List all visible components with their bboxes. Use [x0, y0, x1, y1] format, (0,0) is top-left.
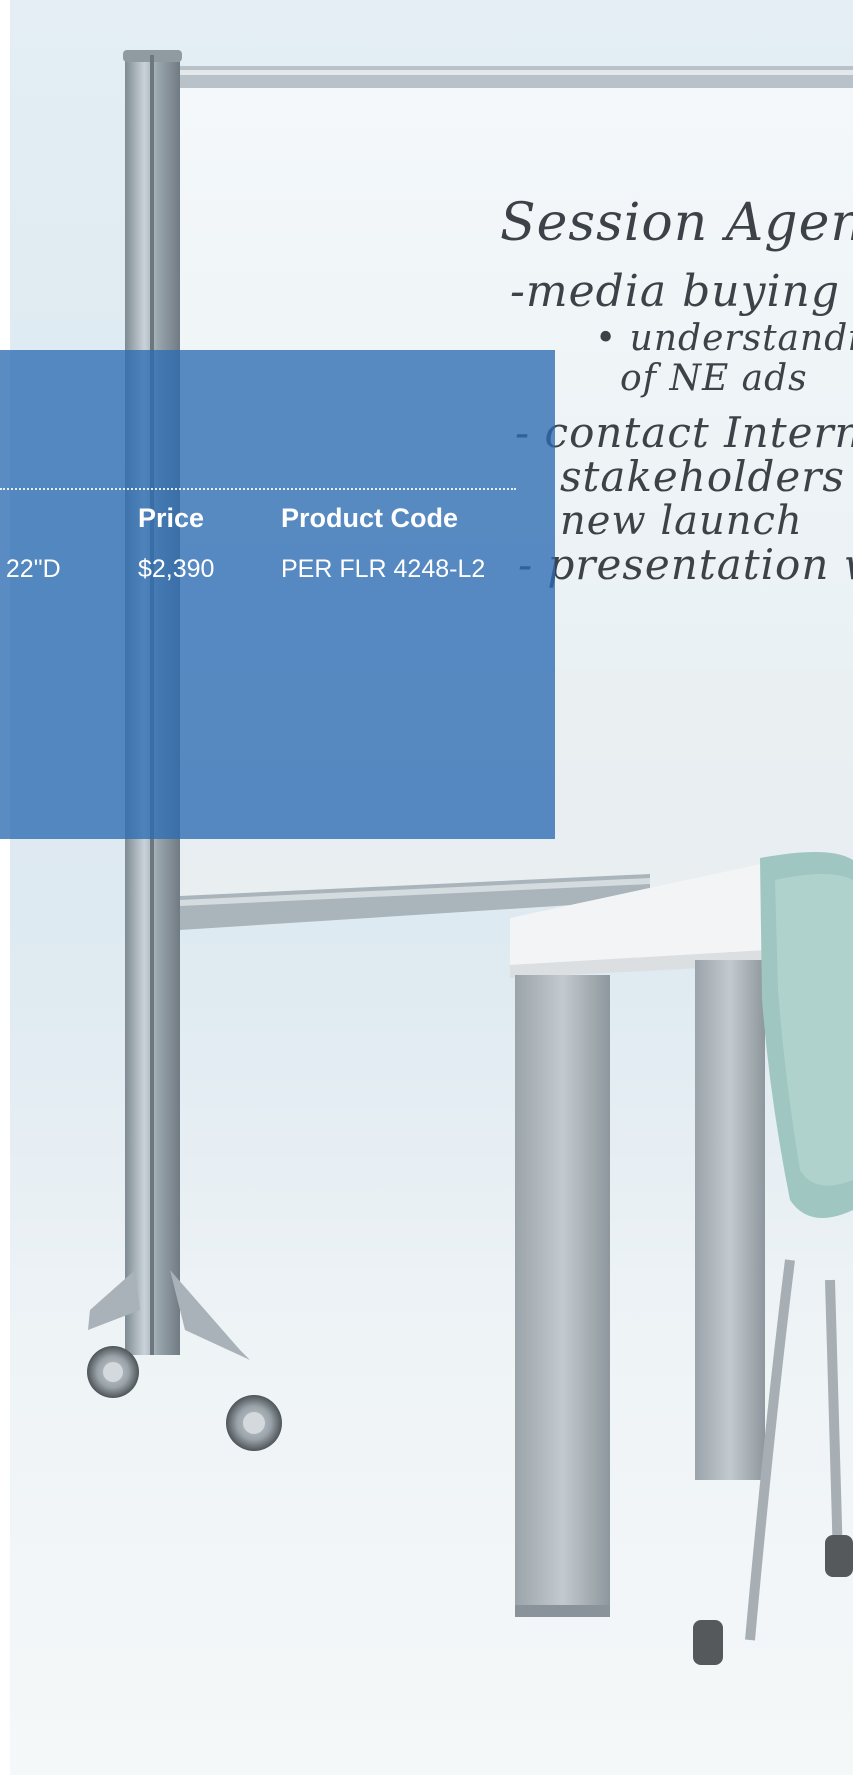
whiteboard-line: - contact Interna: [515, 408, 853, 457]
whiteboard-line: • understandin: [595, 318, 853, 359]
whiteboard-line: Session Agenda: [500, 193, 853, 253]
whiteboard-line: - presentation w: [518, 540, 853, 589]
whiteboard-line: new launch: [560, 498, 803, 544]
whiteboard-line: -media buying pl: [510, 266, 853, 317]
dimension-value: : 22"D: [0, 555, 61, 583]
spec-panel: [0, 350, 555, 839]
price-header: Price: [138, 503, 205, 533]
product-code-value: PER FLR 4248-L2: [281, 555, 486, 583]
whiteboard-line: stakeholders re: [560, 452, 853, 501]
product-code-header: Product Code: [281, 503, 459, 533]
product-photo: Session Agenda -media buying pl • unders…: [10, 0, 853, 1775]
price-value: $2,390: [138, 555, 215, 583]
top-frame-rail: [170, 66, 853, 88]
whiteboard-line: of NE ads: [620, 358, 808, 399]
dotted-divider: [0, 488, 516, 490]
